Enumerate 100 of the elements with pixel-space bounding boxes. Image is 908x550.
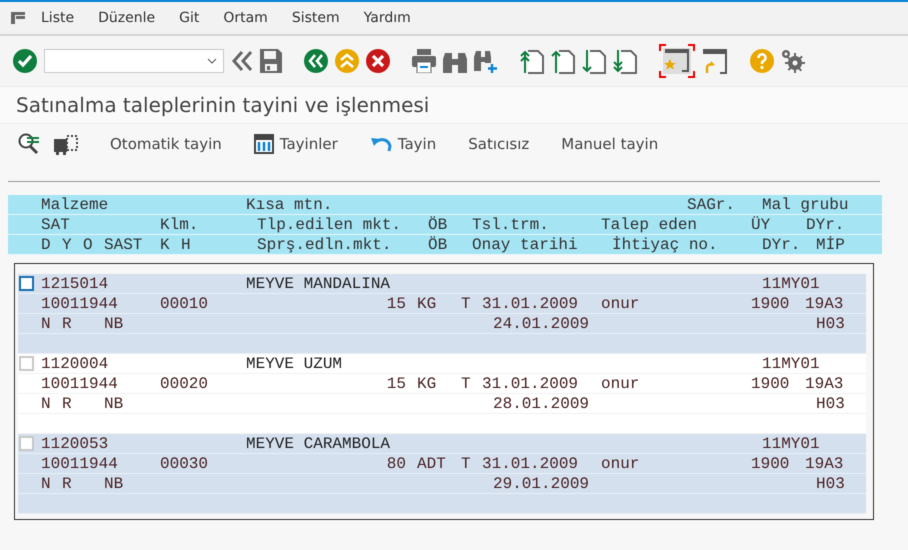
table-cell-text: 1120053 [41, 434, 110, 452]
table-cell: H03 [816, 314, 845, 332]
row-selector[interactable] [19, 276, 34, 291]
column-header: DYr. [806, 216, 846, 234]
pallet-icon[interactable] [54, 133, 78, 155]
table-cell-text: N [41, 394, 52, 412]
table-cell-text: R [62, 474, 73, 492]
table-cell-text: ADT [417, 454, 447, 472]
table-cell: 11MY01 [762, 274, 820, 292]
column-header: Kısa mtn. [246, 196, 334, 214]
table-cell-text: R [62, 314, 73, 332]
table-cell-text: 10011944 [41, 374, 119, 392]
screen-title: Satınalma taleplerinin tayini ve işlenmesi [16, 93, 430, 117]
table-cell-text: 10011944 [41, 454, 119, 472]
menu-item[interactable]: Sistem [292, 10, 340, 26]
first-page-icon[interactable] [520, 48, 544, 74]
column-header: Onay tarihi [472, 236, 579, 254]
table-cell-text: 31.01.2009 [482, 374, 580, 392]
table-cell: 80 [386, 454, 406, 472]
column-header: SAT [41, 216, 71, 234]
table-cell-text: 1900 [751, 294, 790, 312]
next-page-icon[interactable] [582, 48, 606, 74]
list-search-icon[interactable] [18, 133, 40, 155]
column-header: H [181, 236, 192, 254]
back-icon[interactable] [304, 49, 328, 73]
settings-icon[interactable] [781, 49, 805, 73]
table-cell: H03 [816, 474, 845, 492]
table-cell: 19A3 [805, 454, 844, 472]
column-header: SAGr. [687, 196, 736, 214]
table-cell: 11MY01 [762, 354, 820, 372]
toolbar-button[interactable]: Tayin [370, 135, 436, 153]
column-header: K [160, 236, 171, 254]
column-header: ÜY [751, 216, 772, 234]
command-field[interactable] [44, 49, 224, 73]
table-cell-text: onur [601, 454, 640, 472]
double-chevron-icon[interactable] [231, 50, 253, 72]
table-icon [254, 134, 274, 154]
column-header: Mal grubu [762, 196, 850, 214]
table-cell: 15 [386, 294, 406, 312]
table-cell-text: 1215014 [41, 274, 110, 292]
column-header: Malzeme [41, 196, 110, 214]
menu-item[interactable]: Düzenle [98, 10, 156, 26]
table-cell-text: 29.01.2009 [493, 474, 590, 492]
dropdown-icon[interactable] [207, 58, 217, 64]
table-cell-text: T [461, 374, 472, 392]
table-cell-text: N [41, 474, 52, 492]
menu-icon[interactable] [11, 12, 25, 24]
column-header: O [83, 236, 94, 254]
last-page-icon[interactable] [613, 48, 637, 74]
table-cell-text: T [461, 294, 472, 312]
toolbar-button[interactable]: Manuel tayin [561, 135, 658, 153]
table-cell-text: KG [417, 294, 438, 312]
table-cell-text: MEYVE CARAMBOLA [246, 434, 392, 452]
table-cell-text: NB [104, 474, 124, 492]
menu-item[interactable]: Ortam [223, 10, 268, 26]
find-next-icon[interactable] [474, 49, 498, 73]
table-cell-text: 31.01.2009 [482, 454, 580, 472]
favorites-icon[interactable] [659, 44, 695, 78]
menu-item[interactable]: Yardım [364, 10, 411, 26]
table-cell-text: 00030 [160, 454, 210, 472]
column-header: D [41, 236, 52, 254]
table-cell-text: onur [601, 374, 640, 392]
table-cell-text: onur [601, 294, 640, 312]
menu-item[interactable]: Git [179, 10, 200, 26]
toolbar-button[interactable]: Tayinler [254, 134, 338, 154]
table-cell-text: 00020 [160, 374, 210, 392]
menu-item[interactable]: Liste [41, 10, 74, 26]
table-cell: 19A3 [805, 294, 844, 312]
cancel-icon[interactable] [366, 49, 390, 73]
table-cell-text: 31.01.2009 [482, 294, 580, 312]
table-cell-text: NB [104, 394, 124, 412]
table-cell-text: 1120004 [41, 354, 110, 372]
table-cell-text: 10011944 [41, 294, 119, 312]
previous-page-icon[interactable] [551, 48, 575, 74]
table-cell-text: N [41, 314, 52, 332]
table-cell: 19A3 [805, 374, 844, 392]
table-cell: 11MY01 [762, 434, 820, 452]
table-cell-text: 28.01.2009 [493, 394, 590, 412]
column-header: Y [62, 236, 73, 254]
window-arrow-icon[interactable] [702, 48, 728, 74]
print-icon[interactable] [412, 49, 436, 73]
column-header: ÖB [428, 236, 448, 254]
enter-icon[interactable] [13, 49, 37, 73]
column-header: SAST [104, 236, 144, 254]
table-cell-text: NB [104, 314, 124, 332]
table-cell-text: 24.01.2009 [493, 314, 590, 332]
table-cell-text: T [461, 454, 472, 472]
column-header: Klm. [160, 216, 200, 234]
column-header: İhtiyaç no. [612, 236, 719, 254]
column-header: MİP [816, 236, 846, 254]
toolbar-button[interactable]: Otomatik tayin [110, 135, 222, 153]
undo-icon [370, 135, 392, 153]
save-icon[interactable] [260, 49, 282, 73]
table-cell-text: 00010 [160, 294, 210, 312]
table-cell: 15 [386, 374, 406, 392]
column-header: Sprş.edln.mkt. [257, 236, 392, 254]
toolbar-button[interactable]: Satıcısız [468, 135, 530, 153]
column-header: ÖB [428, 216, 448, 234]
table-cell-text: R [62, 394, 73, 412]
table-cell-text: 1900 [751, 454, 790, 472]
